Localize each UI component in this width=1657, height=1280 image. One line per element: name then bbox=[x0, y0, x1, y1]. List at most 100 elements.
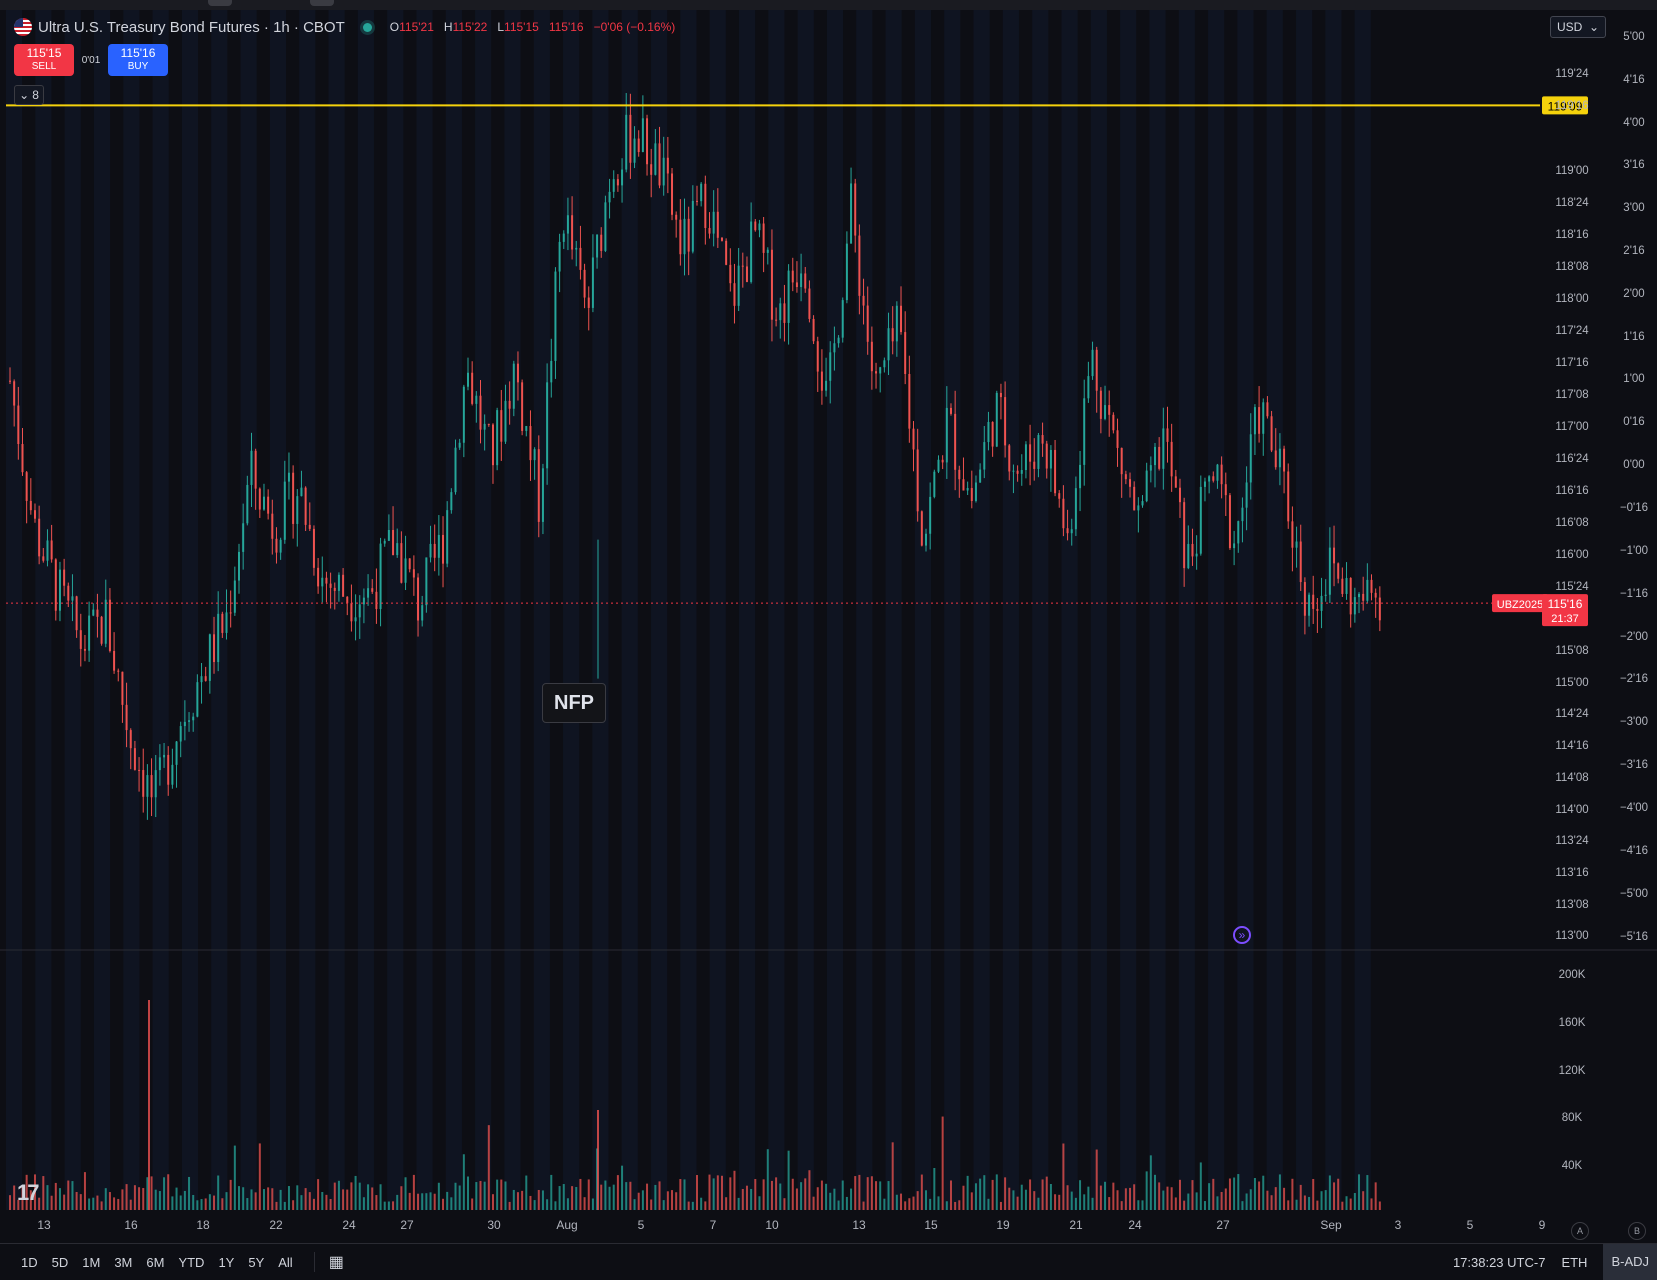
range-ytd[interactable]: YTD bbox=[171, 1255, 211, 1270]
volume-bar bbox=[1062, 1143, 1065, 1210]
volume-bar bbox=[766, 1149, 769, 1210]
volume-bar bbox=[58, 1188, 61, 1210]
strip-tab[interactable] bbox=[208, 0, 232, 6]
candle-body bbox=[75, 596, 78, 631]
candle-body bbox=[716, 211, 719, 238]
candle-body bbox=[1091, 349, 1094, 377]
volume-bar bbox=[179, 1195, 182, 1210]
candle-body bbox=[1341, 578, 1344, 594]
time-axis-label: 3 bbox=[1395, 1218, 1402, 1232]
candle-body bbox=[766, 249, 769, 253]
candle-body bbox=[213, 634, 216, 663]
volume-bar bbox=[1166, 1186, 1169, 1210]
candle-body bbox=[350, 603, 353, 622]
volume-bar bbox=[367, 1184, 370, 1210]
candle-body bbox=[500, 410, 503, 442]
symbol-title[interactable]: Ultra U.S. Treasury Bond Futures · 1h · … bbox=[38, 19, 345, 36]
candle-body bbox=[1029, 444, 1032, 462]
volume-bar bbox=[775, 1177, 778, 1210]
candle-body bbox=[1212, 476, 1215, 481]
candle-body bbox=[158, 757, 161, 771]
candle-body bbox=[1124, 474, 1127, 480]
session-band bbox=[35, 10, 52, 1210]
range-6m[interactable]: 6M bbox=[139, 1255, 171, 1270]
range-1m[interactable]: 1M bbox=[75, 1255, 107, 1270]
candle-body bbox=[621, 169, 624, 186]
nfp-event-marker[interactable]: NFP bbox=[542, 683, 606, 723]
range-5y[interactable]: 5Y bbox=[241, 1255, 271, 1270]
candle-body bbox=[375, 591, 378, 610]
volume-bar bbox=[175, 1187, 178, 1210]
scale-b-button[interactable]: B bbox=[1628, 1222, 1646, 1240]
range-5d[interactable]: 5D bbox=[45, 1255, 76, 1270]
candle-body bbox=[233, 580, 236, 613]
indicators-toggle[interactable]: ⌄ 8 bbox=[14, 85, 44, 105]
candle-body bbox=[600, 234, 603, 251]
candle-body bbox=[1312, 594, 1315, 609]
volume-bar bbox=[916, 1191, 919, 1210]
candle-body bbox=[1154, 446, 1156, 466]
session-band bbox=[504, 10, 521, 1210]
auto-scale-button[interactable]: A bbox=[1571, 1222, 1589, 1240]
volume-bar bbox=[1349, 1198, 1352, 1210]
candle-body bbox=[1070, 529, 1073, 534]
candle-body bbox=[196, 682, 199, 717]
buy-button[interactable]: 115'16 BUY bbox=[108, 44, 168, 76]
candle-body bbox=[633, 138, 636, 163]
candle-body bbox=[362, 597, 365, 605]
go-to-realtime-icon[interactable]: » bbox=[1233, 926, 1251, 944]
range-3m[interactable]: 3M bbox=[107, 1255, 139, 1270]
volume-bar bbox=[1195, 1192, 1198, 1210]
price-axis-label: 114'00 bbox=[1555, 804, 1588, 816]
strip-tab[interactable] bbox=[310, 0, 334, 6]
currency-select[interactable]: USD ⌄ bbox=[1550, 16, 1606, 38]
candle-body bbox=[571, 215, 574, 250]
candle-body bbox=[217, 613, 220, 663]
candle-body bbox=[379, 543, 382, 610]
candle-body bbox=[646, 118, 649, 165]
candle-body bbox=[262, 496, 265, 510]
volume-bar bbox=[1012, 1190, 1015, 1210]
candle-body bbox=[312, 528, 315, 568]
volume-bar bbox=[271, 1188, 274, 1210]
candle-body bbox=[1249, 434, 1252, 483]
sell-button[interactable]: 115'15 SELL bbox=[14, 44, 74, 76]
candle-body bbox=[479, 395, 482, 430]
candle-body bbox=[779, 303, 782, 321]
volume-bar bbox=[188, 1176, 191, 1210]
candle-body bbox=[1058, 493, 1061, 499]
session-toggle[interactable]: ETH bbox=[1561, 1255, 1587, 1270]
range-1y[interactable]: 1Y bbox=[211, 1255, 241, 1270]
candle-body bbox=[342, 574, 345, 597]
volume-bar bbox=[737, 1197, 740, 1210]
candle-body bbox=[566, 215, 569, 234]
volume-bar bbox=[571, 1186, 574, 1210]
adjustment-toggle[interactable]: B-ADJ bbox=[1603, 1244, 1657, 1280]
volume-bar bbox=[267, 1187, 270, 1210]
volume-bar bbox=[1245, 1193, 1248, 1210]
price-axis-label: 116'24 bbox=[1555, 453, 1589, 465]
calendar-icon[interactable]: ▦ bbox=[313, 1252, 344, 1272]
volume-bar bbox=[371, 1187, 374, 1210]
range-1d[interactable]: 1D bbox=[14, 1255, 45, 1270]
range-all[interactable]: All bbox=[271, 1255, 299, 1270]
tradingview-logo-icon[interactable]: 17 bbox=[17, 1180, 40, 1206]
candle-body bbox=[392, 530, 395, 556]
candle-body bbox=[129, 730, 132, 749]
volume-axis-label: 40K bbox=[1562, 1160, 1583, 1172]
candle-body bbox=[150, 775, 153, 798]
volume-bar bbox=[625, 1182, 628, 1210]
volume-bar bbox=[566, 1198, 569, 1210]
candle-body bbox=[804, 273, 807, 289]
chart-canvas[interactable]: 119'09UBZ2025 115'1621:37119'24119'16119'… bbox=[0, 10, 1657, 1243]
candle-body bbox=[904, 332, 907, 374]
candle-body bbox=[1104, 405, 1107, 419]
volume-bar bbox=[1274, 1187, 1277, 1210]
market-status-icon[interactable] bbox=[362, 22, 372, 32]
session-band bbox=[269, 10, 286, 1210]
volume-bar bbox=[558, 1186, 561, 1210]
volume-bar bbox=[483, 1181, 486, 1210]
pnl-axis-label: 0'00 bbox=[1623, 459, 1644, 471]
clock[interactable]: 17:38:23 UTC-7 bbox=[1453, 1255, 1546, 1270]
candle-body bbox=[608, 191, 611, 203]
